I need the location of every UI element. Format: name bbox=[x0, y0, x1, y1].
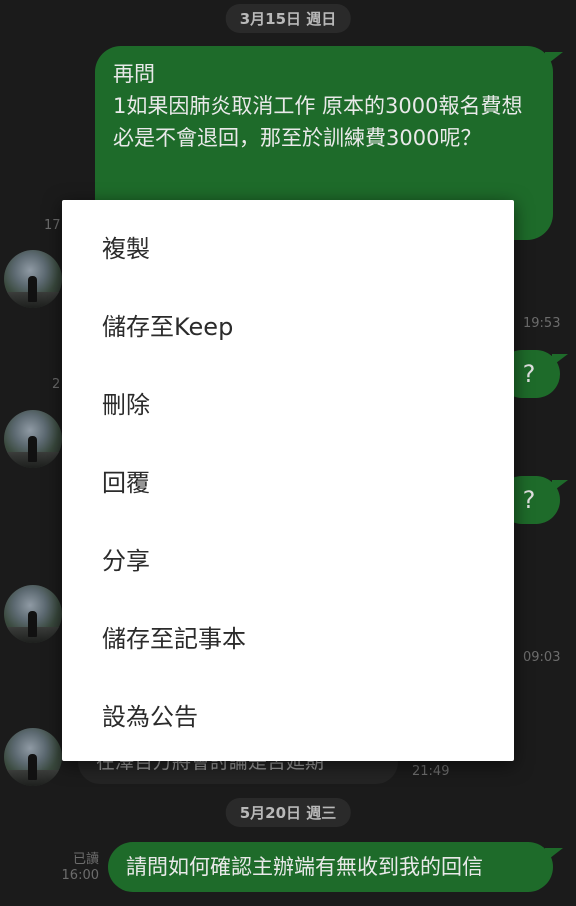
message-context-menu: 複製 儲存至Keep 刪除 回覆 分享 儲存至記事本 設為公告 bbox=[62, 200, 514, 761]
bubble-tail-icon bbox=[552, 354, 568, 366]
menu-item-reply[interactable]: 回覆 bbox=[62, 444, 514, 522]
date-separator: 3月15日 週日 bbox=[225, 4, 351, 33]
message-time: 19:53 bbox=[523, 316, 561, 331]
menu-item-save-to-notes[interactable]: 儲存至記事本 bbox=[62, 600, 514, 678]
message-text: ? bbox=[522, 360, 536, 388]
menu-item-copy[interactable]: 複製 bbox=[62, 210, 514, 288]
date-separator: 5月20日 週三 bbox=[225, 798, 351, 827]
contact-avatar[interactable] bbox=[4, 250, 62, 308]
menu-item-delete[interactable]: 刪除 bbox=[62, 366, 514, 444]
message-time: 09:03 bbox=[523, 650, 561, 665]
message-time: 17 bbox=[44, 218, 61, 233]
message-text: 再問 1如果因肺炎取消工作 原本的3000報名費想必是不會退回，那至於訓練費30… bbox=[113, 62, 523, 150]
message-text: 請問如何確認主辦端有無收到我的回信 bbox=[126, 855, 483, 879]
read-receipt: 已讀 16:00 bbox=[61, 852, 99, 883]
contact-avatar[interactable] bbox=[4, 728, 62, 786]
bubble-tail-icon bbox=[552, 480, 568, 492]
bubble-tail-icon bbox=[545, 848, 563, 862]
message-text: ? bbox=[522, 486, 536, 514]
outgoing-message-bubble[interactable]: 請問如何確認主辦端有無收到我的回信 bbox=[108, 842, 563, 892]
bubble-tail-icon bbox=[545, 52, 563, 66]
contact-avatar[interactable] bbox=[4, 410, 62, 468]
menu-item-share[interactable]: 分享 bbox=[62, 522, 514, 600]
menu-item-save-to-keep[interactable]: 儲存至Keep bbox=[62, 288, 514, 366]
message-time: 21:49 bbox=[412, 764, 450, 779]
message-time: 2 bbox=[52, 377, 61, 392]
contact-avatar[interactable] bbox=[4, 585, 62, 643]
menu-item-set-announcement[interactable]: 設為公告 bbox=[62, 678, 514, 756]
